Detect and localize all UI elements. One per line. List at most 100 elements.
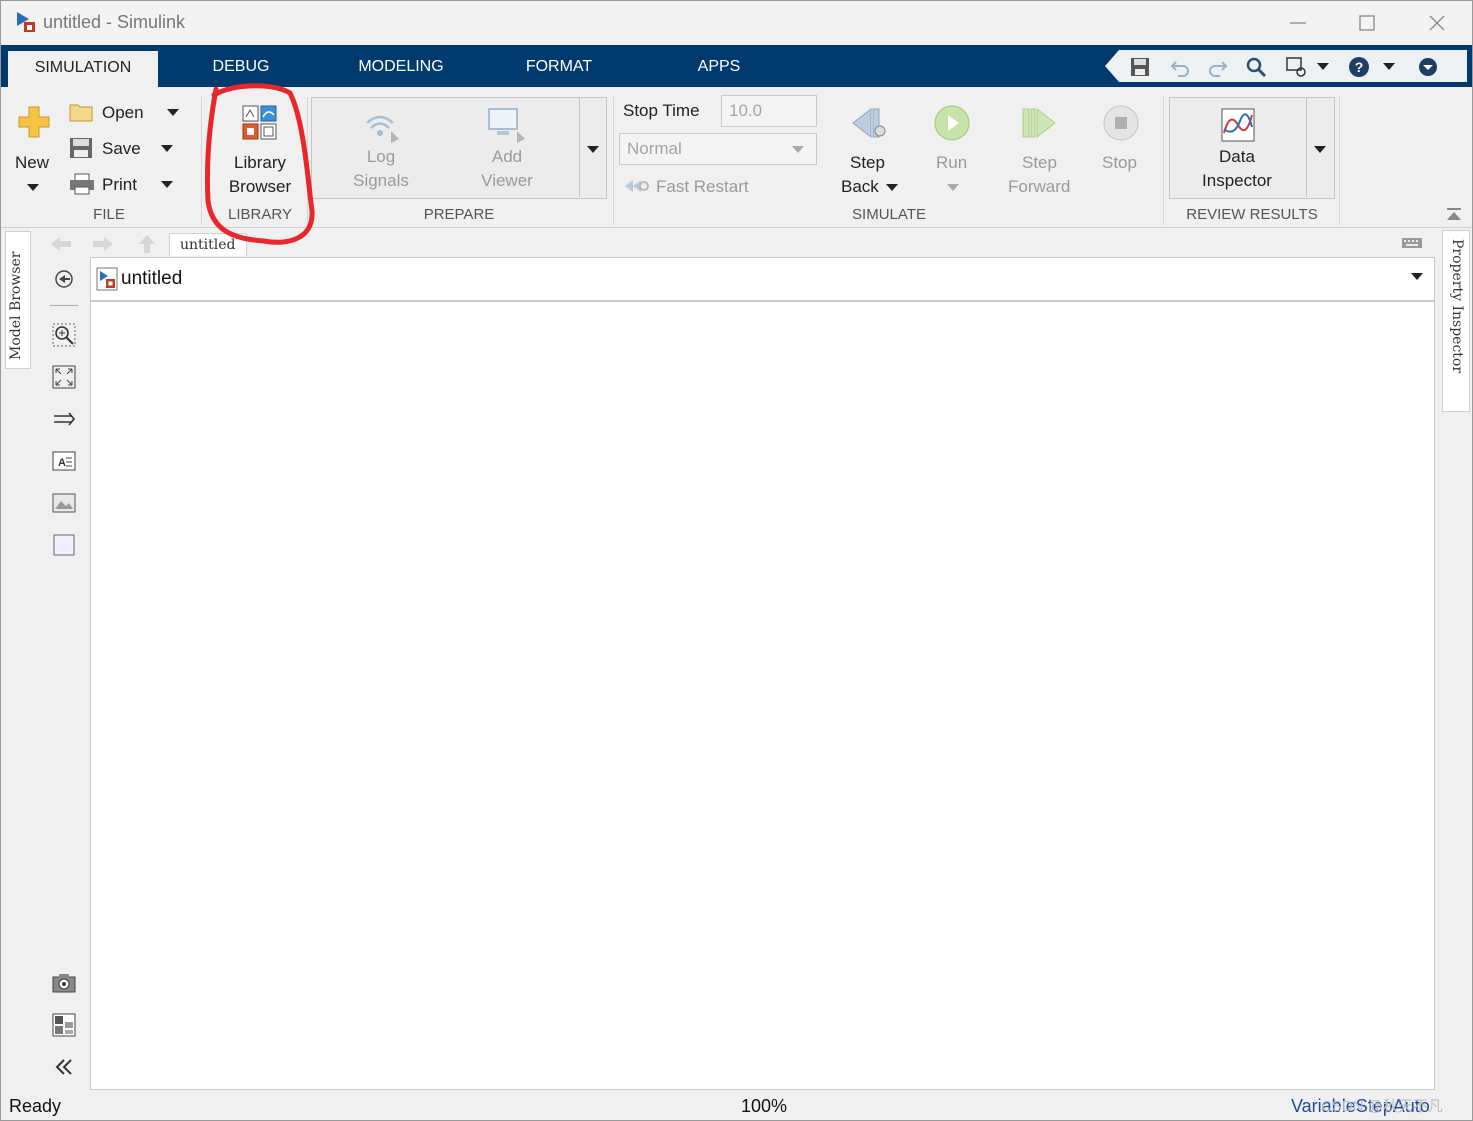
close-button[interactable] <box>1414 7 1460 39</box>
back-arrow-icon[interactable] <box>49 234 73 254</box>
help-dropdown-icon[interactable] <box>1383 63 1395 70</box>
save-button[interactable]: Save <box>102 139 141 159</box>
step-back-icon <box>852 107 886 139</box>
simulink-window: untitled - Simulink SIMULATION DEBUG MOD… <box>0 0 1473 1121</box>
stop-button[interactable]: Stop <box>1102 153 1137 173</box>
step-back-label-2[interactable]: Back <box>841 177 879 197</box>
step-back-label-1[interactable]: Step <box>850 153 885 173</box>
tab-format[interactable]: FORMAT <box>509 45 609 87</box>
add-viewer-label-2[interactable]: Viewer <box>457 171 557 191</box>
ribbon-tab-bar: SIMULATION DEBUG MODELING FORMAT APPS ? <box>1 45 1472 87</box>
watermark: CSDN @秋天不凡 <box>1321 1098 1443 1115</box>
fast-restart-icon <box>625 180 649 192</box>
screenshot-camera-icon[interactable] <box>52 971 76 995</box>
section-label-file: FILE <box>93 206 125 223</box>
review-dropdown-icon[interactable] <box>1314 146 1326 153</box>
save-disk-icon <box>70 138 92 158</box>
library-browser-label-2[interactable]: Browser <box>211 177 309 197</box>
ribbon-separator <box>613 97 614 225</box>
stop-time-label: Stop Time <box>623 101 700 120</box>
find-dropdown-icon[interactable] <box>1317 63 1329 70</box>
save-icon[interactable] <box>1129 56 1151 78</box>
new-plus-icon <box>18 106 50 138</box>
open-dropdown-icon[interactable] <box>167 109 179 116</box>
data-inspector-label-1[interactable]: Data <box>1187 147 1287 167</box>
printer-icon <box>70 173 94 195</box>
stop-icon <box>1103 105 1139 141</box>
library-browser-label-1[interactable]: Library <box>211 153 309 173</box>
simulation-mode-value: Normal <box>627 139 682 158</box>
model-browser-tab[interactable]: Model Browser <box>5 231 31 369</box>
expand-icon[interactable] <box>1417 56 1439 78</box>
help-icon[interactable]: ? <box>1348 56 1370 78</box>
ribbon: New Open Save Print FILE Library Browser… <box>1 87 1472 228</box>
stop-time-field[interactable]: 10.0 <box>721 95 817 127</box>
log-signals-icon <box>366 115 399 143</box>
fast-restart-button[interactable]: Fast Restart <box>656 177 749 197</box>
search-icon[interactable] <box>1245 56 1267 78</box>
library-browser-icon <box>242 105 277 140</box>
forward-arrow-icon[interactable] <box>91 234 115 254</box>
property-inspector-label: Property Inspector <box>1449 239 1465 374</box>
svg-text:A: A <box>58 457 66 469</box>
keyboard-icon[interactable] <box>1401 237 1423 249</box>
save-dropdown-icon[interactable] <box>161 145 173 152</box>
hide-explorer-icon[interactable] <box>52 267 76 291</box>
data-inspector-label-2[interactable]: Inspector <box>1187 171 1287 191</box>
zoom-in-icon[interactable] <box>52 323 76 347</box>
breadcrumb[interactable]: untitled <box>169 233 247 256</box>
add-viewer-label-1[interactable]: Add <box>457 147 557 167</box>
new-button[interactable]: New <box>15 153 49 173</box>
status-text: Ready <box>9 1096 62 1116</box>
tab-debug[interactable]: DEBUG <box>191 45 291 87</box>
area-icon[interactable] <box>52 533 76 557</box>
step-forward-icon <box>1022 107 1056 139</box>
undo-icon[interactable] <box>1169 56 1191 78</box>
quick-access-toolbar: ? <box>1105 50 1467 82</box>
model-canvas[interactable] <box>90 301 1435 1090</box>
mode-dropdown-icon <box>792 146 804 153</box>
step-forward-label-2[interactable]: Forward <box>1008 177 1070 197</box>
simulation-mode-select[interactable]: Normal <box>619 133 817 165</box>
collapse-palette-icon[interactable] <box>52 1055 76 1079</box>
image-icon[interactable] <box>52 491 76 515</box>
run-button[interactable]: Run <box>936 153 967 173</box>
print-button[interactable]: Print <box>102 175 137 195</box>
find-model-icon[interactable] <box>1285 56 1307 78</box>
gallery-dropdown-icon[interactable] <box>587 146 599 153</box>
tab-modeling[interactable]: MODELING <box>341 45 461 87</box>
up-arrow-icon[interactable] <box>135 234 159 254</box>
svg-text:?: ? <box>1355 59 1364 75</box>
new-dropdown-icon[interactable] <box>27 184 39 191</box>
open-button[interactable]: Open <box>102 103 144 123</box>
annotation-icon[interactable]: A <box>52 449 76 473</box>
zoom-level[interactable]: 100% <box>741 1096 787 1117</box>
model-address-bar[interactable]: untitled <box>90 257 1435 301</box>
data-inspector-icon <box>1221 108 1255 142</box>
tab-simulation[interactable]: SIMULATION <box>8 51 158 87</box>
arrow-signal-icon[interactable] <box>52 407 76 431</box>
redo-icon[interactable] <box>1207 56 1229 78</box>
model-browser-toggle-icon[interactable] <box>52 1013 76 1037</box>
fit-to-view-icon[interactable] <box>52 365 76 389</box>
print-dropdown-icon[interactable] <box>161 181 173 188</box>
collapse-ribbon-icon[interactable] <box>1445 207 1463 223</box>
model-dropdown-icon[interactable] <box>1411 273 1423 280</box>
log-signals-label-1[interactable]: Log <box>331 147 431 167</box>
model-browser-label: Model Browser <box>8 251 24 361</box>
minimize-icon <box>1290 22 1306 24</box>
run-dropdown-icon[interactable] <box>947 184 959 191</box>
property-inspector-tab[interactable]: Property Inspector <box>1442 230 1470 412</box>
step-back-dropdown-icon[interactable] <box>886 184 898 191</box>
log-signals-label-2[interactable]: Signals <box>331 171 431 191</box>
step-forward-label-1[interactable]: Step <box>1022 153 1057 173</box>
minimize-button[interactable] <box>1275 7 1321 39</box>
explorer-bar: untitled <box>37 230 1435 257</box>
tool-separator <box>50 305 78 306</box>
status-bar: Ready 100% VariableStepAuto CSDN @秋天不凡 <box>1 1091 1472 1120</box>
window-title: untitled - Simulink <box>43 12 186 32</box>
maximize-button[interactable] <box>1344 7 1390 39</box>
maximize-icon <box>1359 15 1375 31</box>
tab-apps[interactable]: APPS <box>679 45 759 87</box>
add-viewer-icon <box>488 108 525 143</box>
